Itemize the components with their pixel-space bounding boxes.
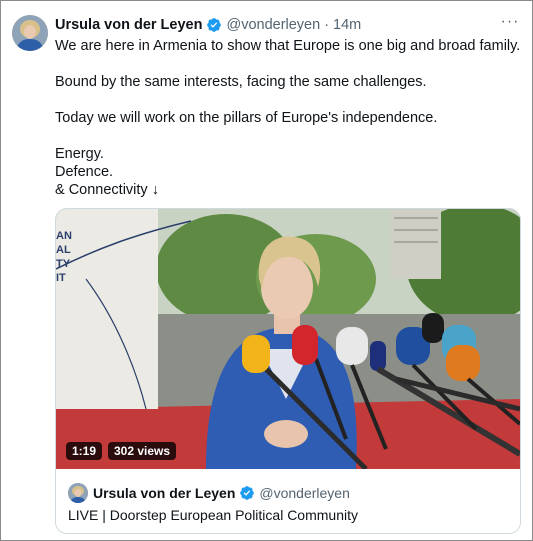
svg-text:IT: IT xyxy=(56,272,66,284)
tweet-line: Energy. xyxy=(55,146,104,162)
timestamp[interactable]: 14m xyxy=(333,17,361,33)
verified-badge-icon xyxy=(206,17,222,33)
tweet-line: & Connectivity ↓ xyxy=(55,182,159,198)
svg-text:TY: TY xyxy=(56,258,71,270)
card-author-name: Ursula von der Leyen xyxy=(93,485,236,501)
tweet-line: We are here in Armenia to show that Euro… xyxy=(55,38,521,54)
video-card[interactable]: AN AL TY IT 1:19 302 views Ursula von de… xyxy=(55,208,521,534)
svg-text:AL: AL xyxy=(56,244,71,256)
card-title: LIVE | Doorstep European Political Commu… xyxy=(68,507,358,523)
more-options-icon[interactable]: ··· xyxy=(500,13,520,33)
tweet-line: Defence. xyxy=(55,164,114,180)
card-author-handle: @vonderleyen xyxy=(259,485,350,501)
tweet[interactable]: Ursula von der Leyen @vonderleyen · 14m … xyxy=(0,0,533,541)
video-views: 302 views xyxy=(108,442,177,460)
tweet-line: Today we will work on the pillars of Eur… xyxy=(55,110,438,126)
avatar xyxy=(68,483,88,503)
author-handle[interactable]: @vonderleyen xyxy=(226,17,320,33)
video-thumbnail[interactable]: AN AL TY IT 1:19 302 views xyxy=(56,209,520,469)
tweet-header: Ursula von der Leyen @vonderleyen · 14m … xyxy=(55,13,520,35)
svg-text:AN: AN xyxy=(56,230,72,242)
separator: · xyxy=(324,17,330,33)
tweet-text: We are here in Armenia to show that Euro… xyxy=(55,37,523,199)
card-footer[interactable]: Ursula von der Leyen @vonderleyen LIVE |… xyxy=(56,469,520,533)
avatar[interactable] xyxy=(12,15,48,51)
tweet-line: Bound by the same interests, facing the … xyxy=(55,74,427,90)
author-name[interactable]: Ursula von der Leyen xyxy=(55,17,202,33)
verified-badge-icon xyxy=(239,485,255,501)
video-duration: 1:19 xyxy=(66,442,103,460)
card-author: Ursula von der Leyen @vonderleyen xyxy=(93,483,350,503)
